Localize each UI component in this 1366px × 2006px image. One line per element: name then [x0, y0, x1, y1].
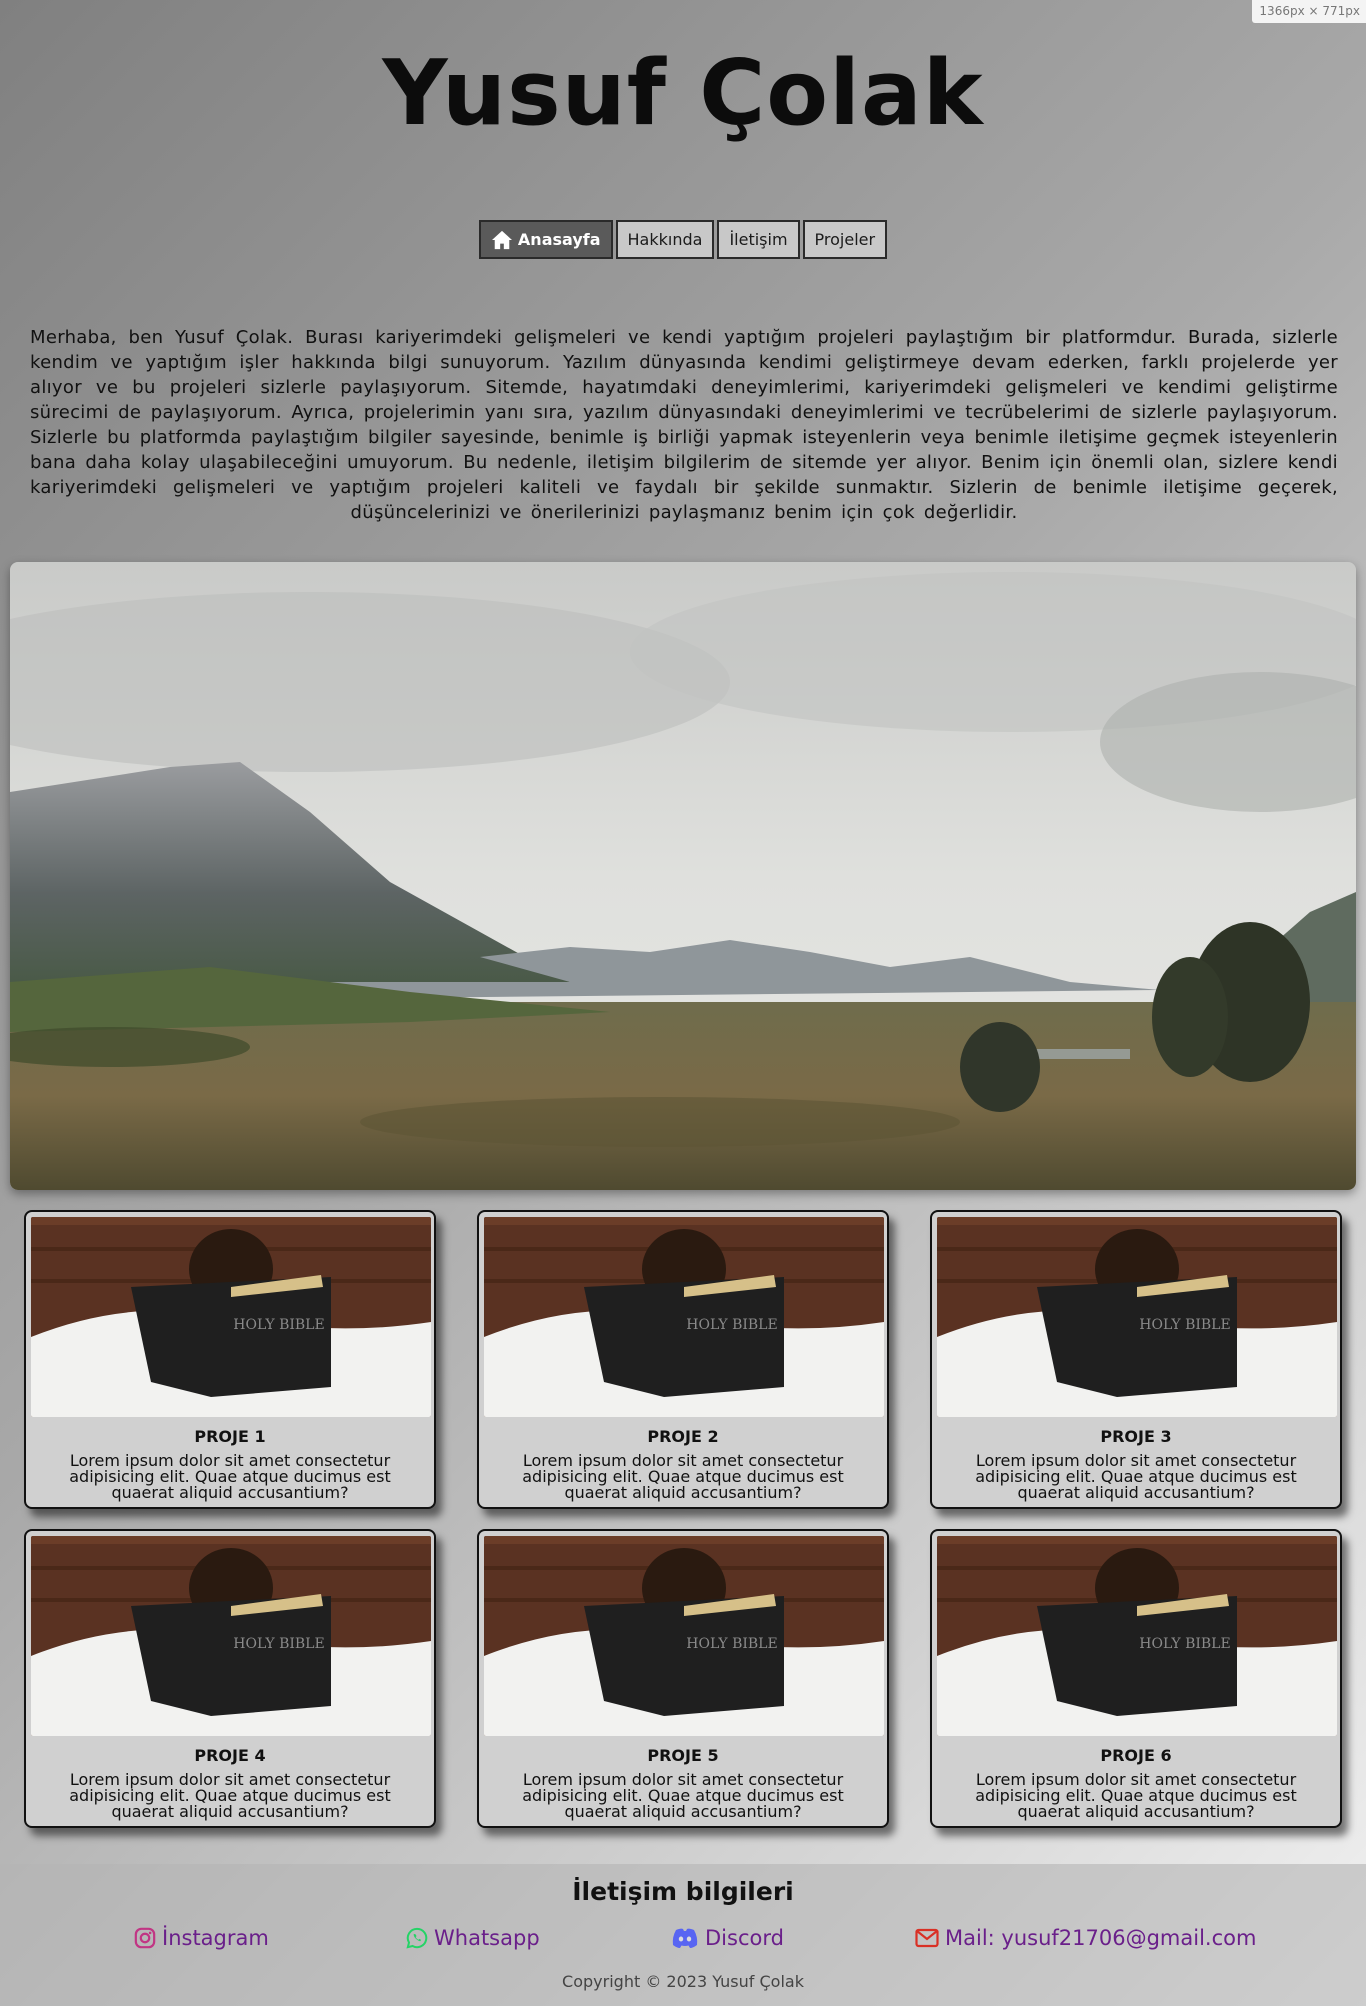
instagram-icon [134, 1927, 156, 1949]
site-footer: İletişim bilgileri İnstagram Whatsapp Di [0, 1864, 1366, 2006]
book-cover-text: HOLY BIBLE [686, 1317, 777, 1333]
project-title: PROJE 6 [1100, 1746, 1172, 1765]
project-description: Lorem ipsum dolor sit amet consectetur a… [975, 1451, 1297, 1502]
nav-label: İletişim [729, 230, 788, 249]
project-card[interactable]: HOLY BIBLE PROJE 2 Lorem ipsum dolor sit… [477, 1210, 889, 1509]
mail-link[interactable]: Mail: yusuf21706@gmail.com [915, 1926, 1256, 1950]
project-card[interactable]: HOLY BIBLE PROJE 6 Lorem ipsum dolor sit… [930, 1529, 1342, 1828]
project-image: HOLY BIBLE [31, 1217, 431, 1417]
nav-label: Hakkında [627, 230, 703, 249]
projects-grid: HOLY BIBLE PROJE 1 Lorem ipsum dolor sit… [24, 1210, 1342, 1828]
project-title: PROJE 4 [194, 1746, 266, 1765]
contact-label: Discord [705, 1926, 784, 1950]
copyright-text: Copyright © 2023 Yusuf Çolak [562, 1972, 804, 1991]
project-card[interactable]: HOLY BIBLE PROJE 5 Lorem ipsum dolor sit… [477, 1529, 889, 1828]
main-nav: Anasayfa Hakkında İletişim Projeler [0, 220, 1366, 259]
book-cover-text: HOLY BIBLE [233, 1317, 324, 1333]
project-card[interactable]: HOLY BIBLE PROJE 1 Lorem ipsum dolor sit… [24, 1210, 436, 1509]
project-title: PROJE 2 [647, 1427, 719, 1446]
discord-icon [672, 1928, 698, 1948]
nav-label: Anasayfa [517, 230, 601, 249]
footer-title: İletişim bilgileri [572, 1877, 794, 1906]
book-cover-text: HOLY BIBLE [686, 1636, 777, 1652]
nav-item-iletisim[interactable]: İletişim [717, 220, 800, 259]
book-cover-text: HOLY BIBLE [233, 1636, 324, 1652]
mail-icon [915, 1928, 939, 1948]
project-title: PROJE 3 [1100, 1427, 1172, 1446]
book-cover-text: HOLY BIBLE [1139, 1317, 1230, 1333]
intro-paragraph: Merhaba, ben Yusuf Çolak. Burası kariyer… [30, 327, 1338, 523]
instagram-link[interactable]: İnstagram [134, 1926, 269, 1950]
project-image: HOLY BIBLE [937, 1217, 1337, 1417]
site-header: Yusuf Çolak Anasayfa Hakkında İletişim P… [0, 0, 1366, 259]
project-image: HOLY BIBLE [31, 1536, 431, 1736]
contact-label: Whatsapp [434, 1926, 540, 1950]
project-description: Lorem ipsum dolor sit amet consectetur a… [975, 1770, 1297, 1821]
contact-links: İnstagram Whatsapp Discord Mail: yusuf21… [0, 1918, 1366, 1966]
hero-landscape-image [10, 562, 1356, 1190]
project-image: HOLY BIBLE [484, 1217, 884, 1417]
whatsapp-icon [406, 1927, 428, 1949]
contact-label: Mail: yusuf21706@gmail.com [945, 1926, 1257, 1950]
project-image: HOLY BIBLE [937, 1536, 1337, 1736]
project-description: Lorem ipsum dolor sit amet consectetur a… [522, 1770, 844, 1821]
nav-item-anasayfa[interactable]: Anasayfa [478, 220, 613, 259]
contact-label: İnstagram [162, 1926, 269, 1950]
project-title: PROJE 5 [647, 1746, 719, 1765]
nav-item-projeler[interactable]: Projeler [802, 220, 888, 259]
project-description: Lorem ipsum dolor sit amet consectetur a… [69, 1770, 391, 1821]
discord-link[interactable]: Discord [671, 1926, 784, 1950]
project-image: HOLY BIBLE [484, 1536, 884, 1736]
nav-item-hakkinda[interactable]: Hakkında [615, 220, 715, 259]
book-cover-text: HOLY BIBLE [1139, 1636, 1230, 1652]
project-card[interactable]: HOLY BIBLE PROJE 4 Lorem ipsum dolor sit… [24, 1529, 436, 1828]
project-description: Lorem ipsum dolor sit amet consectetur a… [522, 1451, 844, 1502]
project-description: Lorem ipsum dolor sit amet consectetur a… [69, 1451, 391, 1502]
nav-label: Projeler [814, 230, 876, 249]
site-title: Yusuf Çolak [382, 41, 984, 146]
whatsapp-link[interactable]: Whatsapp [406, 1926, 540, 1950]
viewport-size-badge: 1366px × 771px [1252, 0, 1366, 23]
home-icon [491, 230, 512, 249]
project-card[interactable]: HOLY BIBLE PROJE 3 Lorem ipsum dolor sit… [930, 1210, 1342, 1509]
project-title: PROJE 1 [194, 1427, 266, 1446]
